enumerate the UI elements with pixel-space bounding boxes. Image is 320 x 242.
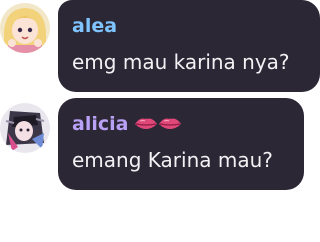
message-bubble: alea emg mau karina nya? xyxy=(58,0,320,92)
username[interactable]: alicia xyxy=(72,112,290,136)
avatar[interactable] xyxy=(0,103,50,153)
message-text: emg mau karina nya? xyxy=(72,50,290,74)
username-text: alicia xyxy=(72,113,129,135)
anime-girl-avatar-icon xyxy=(0,3,50,53)
username[interactable]: alea xyxy=(72,14,306,38)
message-text: emang Karina mau? xyxy=(72,148,273,172)
message-bubble: alicia emang Karina mau? xyxy=(58,98,304,190)
chat-screenshot: alea emg mau karina nya? alicia emang Ka… xyxy=(0,0,320,242)
avatar[interactable] xyxy=(0,3,50,53)
lips-emoji-icon xyxy=(134,115,182,133)
username-text: alea xyxy=(72,15,118,37)
anime-character-avatar-icon xyxy=(0,103,50,153)
